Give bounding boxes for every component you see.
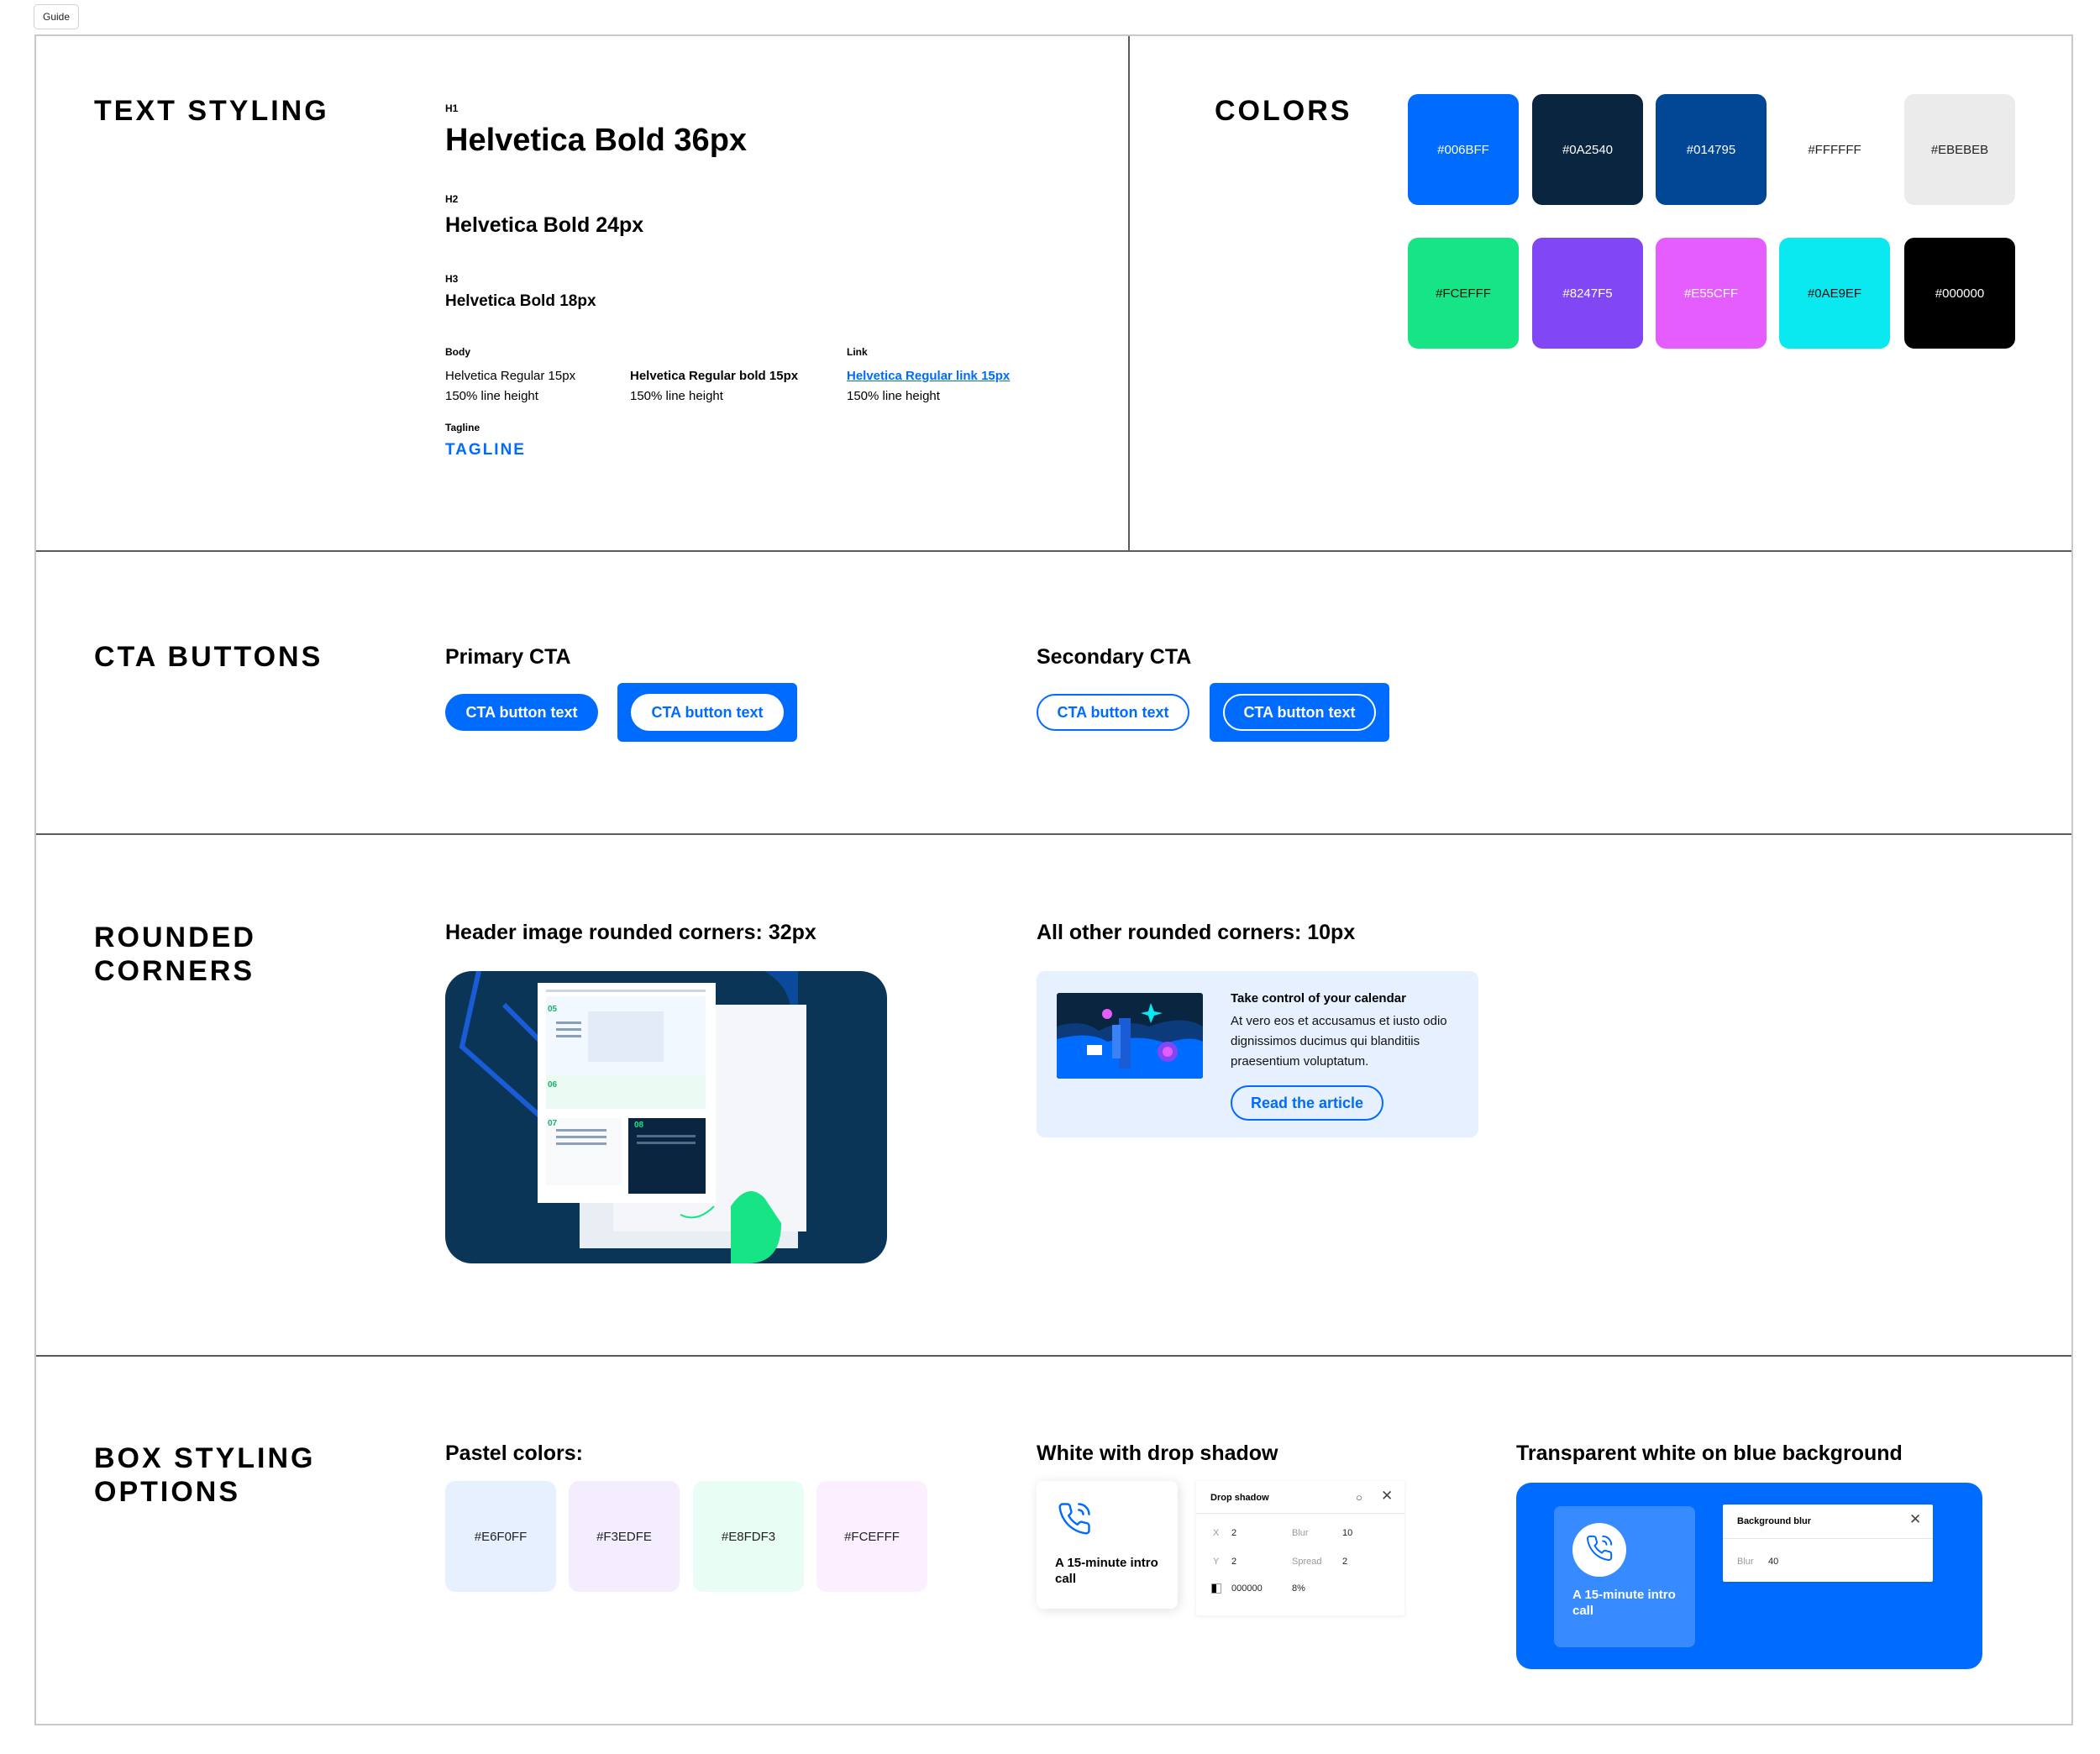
body-label: Body <box>445 346 470 358</box>
primary-cta-on-blue: CTA button text <box>617 683 797 742</box>
color-swatch: #000000 <box>1904 238 2015 349</box>
color-swatch: #014795 <box>1656 94 1767 205</box>
drop-shadow-title: Drop shadow <box>1210 1493 1269 1503</box>
divider-1 <box>36 550 2071 552</box>
pastel-swatch: #FCEFFF <box>816 1481 927 1592</box>
primary-cta-button[interactable]: CTA button text <box>445 694 598 731</box>
divider-3 <box>36 1355 2071 1357</box>
shadow-card-caption: A 15-minute intro call <box>1055 1556 1158 1586</box>
color-swatch: #006BFF <box>1408 94 1519 205</box>
spread-label: Spread <box>1292 1557 1322 1567</box>
blur-label: Blur <box>1737 1557 1754 1567</box>
secondary-cta-button[interactable]: CTA button text <box>1037 694 1189 731</box>
opacity-value[interactable]: 8% <box>1292 1583 1305 1594</box>
colors-title: COLORS <box>1215 95 1352 127</box>
cta-buttons-title: CTA BUTTONS <box>94 641 323 673</box>
divider-2 <box>36 833 2071 835</box>
divider-vertical <box>1128 36 1130 550</box>
link-label: Link <box>847 346 868 358</box>
phone-icon <box>1057 1501 1092 1541</box>
article-title: Take control of your calendar <box>1231 991 1406 1006</box>
h2-label: H2 <box>445 193 459 205</box>
h3-label: H3 <box>445 273 459 285</box>
panel-separator <box>1196 1513 1404 1514</box>
blur-label: Blur <box>1292 1528 1309 1538</box>
color-swatch: #EBEBEB <box>1904 94 2015 205</box>
background-blur-panel: Background blur ✕ Blur 40 <box>1723 1505 1933 1582</box>
phone-icon-circle <box>1572 1523 1626 1577</box>
pastel-colors-title: Pastel colors: <box>445 1442 583 1465</box>
pastel-swatch: #E8FDF3 <box>693 1481 804 1592</box>
phone-icon <box>1585 1534 1614 1567</box>
primary-cta-inverted-button[interactable]: CTA button text <box>631 694 784 731</box>
doc-number-08: 08 <box>634 1121 644 1130</box>
secondary-cta-ghost-button[interactable]: CTA button text <box>1223 694 1376 731</box>
transparent-card-caption: A 15-minute intro call <box>1572 1588 1676 1618</box>
color-chip[interactable] <box>1211 1583 1221 1594</box>
doc-number-06: 06 <box>548 1080 558 1090</box>
background-blur-title: Background blur <box>1737 1516 1812 1526</box>
color-swatch: #E55CFF <box>1656 238 1767 349</box>
link-line-height: 150% line height <box>847 389 940 403</box>
h1-label: H1 <box>445 102 459 114</box>
tagline-sample: TAGLINE <box>445 441 526 459</box>
color-swatch: #0A2540 <box>1532 94 1643 205</box>
read-article-button[interactable]: Read the article <box>1231 1085 1383 1121</box>
doc-number-07: 07 <box>548 1119 558 1128</box>
blue-background-box: A 15-minute intro call Background blur ✕… <box>1516 1483 1982 1669</box>
tagline-label: Tagline <box>445 422 480 433</box>
body-regular-sample: Helvetica Regular 15px <box>445 369 576 383</box>
article-card: Take control of your calendar At vero eo… <box>1037 971 1478 1137</box>
x-label: X <box>1213 1528 1220 1538</box>
close-icon[interactable]: ✕ <box>1909 1511 1921 1528</box>
h1-sample: Helvetica Bold 36px <box>445 123 748 158</box>
spread-value[interactable]: 2 <box>1342 1557 1347 1567</box>
color-swatch: #8247F5 <box>1532 238 1643 349</box>
body-bold-sample: Helvetica Regular bold 15px <box>630 369 799 383</box>
pastel-swatch: #F3EDFE <box>569 1481 680 1592</box>
h3-sample: Helvetica Bold 18px <box>445 292 596 310</box>
article-text: At vero eos et accusamus et iusto odio d… <box>1231 1014 1447 1069</box>
drop-icon[interactable]: ○ <box>1356 1491 1362 1504</box>
h2-sample: Helvetica Bold 24px <box>445 213 644 237</box>
panel-separator <box>1723 1538 1933 1539</box>
secondary-cta-title: Secondary CTA <box>1037 645 1192 669</box>
rounded-corners-title: ROUNDED CORNERS <box>94 922 256 987</box>
color-swatch: #FFFFFF <box>1779 94 1890 205</box>
color-swatch: #0AE9EF <box>1779 238 1890 349</box>
secondary-cta-on-blue: CTA button text <box>1210 683 1389 742</box>
other-corners-title: All other rounded corners: 10px <box>1037 921 1356 944</box>
header-image-illustration <box>459 971 806 1263</box>
header-image: 05 06 07 08 <box>445 971 887 1263</box>
color-swatch: #FCEFFF <box>1408 238 1519 349</box>
primary-cta-title: Primary CTA <box>445 645 571 669</box>
blur-value[interactable]: 40 <box>1768 1557 1778 1567</box>
y-label: Y <box>1213 1557 1220 1567</box>
y-value[interactable]: 2 <box>1231 1557 1236 1567</box>
shadow-card: A 15-minute intro call <box>1037 1481 1178 1609</box>
box-styling-title: BOX STYLING OPTIONS <box>94 1442 316 1508</box>
guide-tab[interactable]: Guide <box>34 4 80 29</box>
transparent-card: A 15-minute intro call <box>1554 1506 1695 1647</box>
link-sample[interactable]: Helvetica Regular link 15px <box>847 366 1010 386</box>
body-regular-line-height: 150% line height <box>445 389 538 403</box>
header-image-title: Header image rounded corners: 32px <box>445 921 816 944</box>
body-bold-line-height: 150% line height <box>630 389 723 403</box>
article-illustration <box>1057 993 1203 1079</box>
drop-shadow-panel: Drop shadow ○ ✕ X 2 Blur 10 Y 2 Spread 2… <box>1196 1481 1404 1615</box>
doc-number-05: 05 <box>548 1005 558 1014</box>
pastel-swatch: #E6F0FF <box>445 1481 556 1592</box>
x-value[interactable]: 2 <box>1231 1528 1236 1538</box>
text-styling-title: TEXT STYLING <box>94 95 329 127</box>
close-icon[interactable]: ✕ <box>1381 1488 1393 1505</box>
shadow-title: White with drop shadow <box>1037 1442 1278 1465</box>
transparent-title: Transparent white on blue background <box>1516 1442 1903 1465</box>
blur-value[interactable]: 10 <box>1342 1528 1352 1538</box>
color-value[interactable]: 000000 <box>1231 1583 1263 1594</box>
